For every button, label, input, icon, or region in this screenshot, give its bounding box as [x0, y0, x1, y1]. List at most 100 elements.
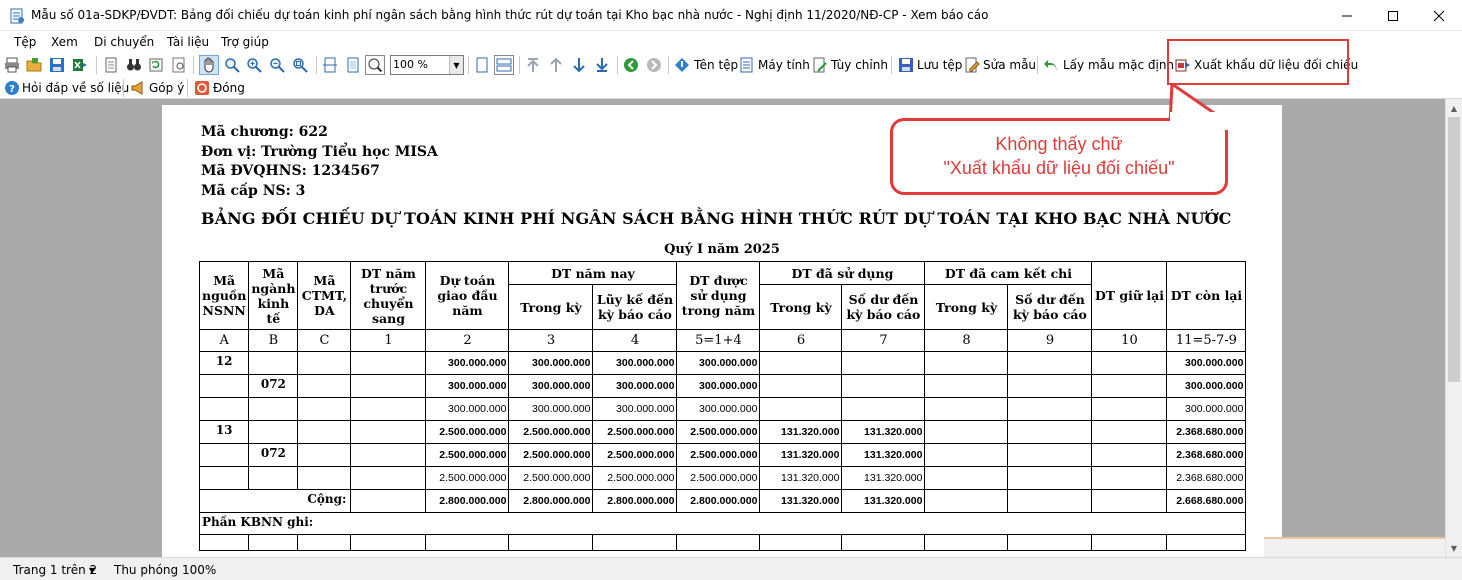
find-binoculars-icon[interactable]: [126, 57, 142, 73]
value-cell: [841, 374, 926, 398]
customize-button[interactable]: Tùy chỉnh: [831, 58, 888, 72]
whole-page-icon[interactable]: [345, 57, 361, 73]
multi-page-icon[interactable]: [494, 55, 514, 75]
callout-line-2: "Xuất khẩu dữ liệu đối chiếu": [943, 158, 1175, 178]
computer-icon[interactable]: [739, 57, 755, 73]
first-page-icon[interactable]: [525, 57, 541, 73]
value-cell: [350, 466, 427, 490]
col-header-period-1: Trong kỳ: [508, 284, 594, 330]
col-header-used-estimate: DT đã sử dụng: [759, 261, 926, 285]
hand-tool-icon[interactable]: [199, 55, 219, 75]
value-cell: 300.000.000: [592, 351, 678, 375]
menu-file[interactable]: Tệp: [14, 35, 36, 49]
close-window-button[interactable]: [1416, 0, 1462, 31]
page-width-icon[interactable]: [322, 57, 338, 73]
edit-template-icon[interactable]: [964, 57, 980, 73]
edit-template-button[interactable]: Sửa mẫu: [983, 58, 1036, 72]
blank-cell: [425, 534, 510, 551]
forward-icon[interactable]: [646, 57, 662, 73]
sector-code-cell: 072: [248, 443, 299, 467]
help-question-icon[interactable]: ?: [4, 80, 20, 96]
scroll-down-icon[interactable]: ▼: [1446, 540, 1462, 556]
open-folder-icon[interactable]: [26, 57, 42, 73]
megaphone-icon[interactable]: [130, 80, 146, 96]
computer-button[interactable]: Máy tính: [758, 58, 810, 72]
index-cell: 7: [841, 329, 926, 352]
feedback-button[interactable]: Góp ý: [149, 81, 184, 95]
value-cell: [924, 374, 1009, 398]
menu-view[interactable]: Xem: [51, 35, 78, 49]
report-period: Quý I năm 2025: [664, 242, 780, 257]
preview-icon[interactable]: [171, 57, 187, 73]
reconciliation-table: Mã nguồn NSNN Mã ngành kinh tế Mã CTMT, …: [198, 261, 1247, 551]
save-file-icon[interactable]: [898, 57, 914, 73]
undo-icon[interactable]: [1043, 57, 1059, 73]
zoom-icon[interactable]: [224, 57, 240, 73]
value-cell: 2.500.000.000: [425, 443, 510, 467]
previous-page-icon[interactable]: [548, 57, 564, 73]
ask-about-data-button[interactable]: Hỏi đáp về số liệu: [22, 81, 129, 95]
minimize-button[interactable]: [1324, 0, 1370, 31]
save-file-button[interactable]: Lưu tệp: [917, 58, 962, 72]
index-cell: 10: [1091, 329, 1168, 352]
next-page-icon[interactable]: [571, 57, 587, 73]
file-name-icon[interactable]: [674, 57, 690, 73]
menu-help[interactable]: Trợ giúp: [221, 35, 269, 49]
customize-icon[interactable]: [812, 57, 828, 73]
value-cell: [1007, 466, 1093, 490]
col-header-current-year: DT năm nay: [508, 261, 678, 285]
program-code-cell: [297, 443, 352, 467]
scrollbar-thumb[interactable]: [1448, 117, 1460, 382]
report-viewer[interactable]: Mã chương: 622 Đơn vị: Trường Tiểu học M…: [0, 99, 1445, 557]
value-cell: 2.368.680.000: [1166, 466, 1247, 490]
value-cell: [1007, 351, 1093, 375]
value-cell: [841, 397, 926, 421]
actual-size-icon[interactable]: [365, 55, 385, 75]
page-indicator[interactable]: Trang 1 trên 2: [13, 563, 97, 577]
table-row: [198, 534, 1247, 551]
chevron-down-icon[interactable]: ▼: [89, 566, 95, 575]
last-page-icon[interactable]: [594, 57, 610, 73]
export-excel-icon[interactable]: [72, 57, 88, 73]
blank-cell: [1007, 534, 1093, 551]
blank-cell: [297, 534, 352, 551]
vertical-scrollbar[interactable]: ▲ ▼: [1445, 99, 1462, 557]
zoom-level-select[interactable]: 100 % ▼: [390, 55, 464, 75]
unit-name: Đơn vị: Trường Tiểu học MISA: [201, 144, 438, 160]
value-cell: 2.500.000.000: [508, 443, 594, 467]
default-template-button[interactable]: Lấy mẫu mặc định: [1063, 58, 1174, 72]
index-cell: C: [297, 329, 352, 352]
file-name-button[interactable]: Tên tệp: [694, 58, 738, 72]
scroll-up-icon[interactable]: ▲: [1446, 100, 1462, 116]
value-cell: 131.320.000: [841, 466, 926, 490]
menu-document[interactable]: Tài liệu: [167, 35, 209, 49]
toolbar-separator: [193, 56, 194, 74]
close-report-button[interactable]: Đóng: [213, 81, 245, 95]
toolbar-separator: [1037, 56, 1038, 74]
save-icon[interactable]: [49, 57, 65, 73]
value-cell: 2.368.680.000: [1166, 420, 1247, 444]
menu-navigate[interactable]: Di chuyển: [94, 35, 154, 49]
value-cell: [924, 351, 1009, 375]
sector-code-cell: [248, 397, 299, 421]
horizontal-scrollbar[interactable]: [1264, 537, 1445, 557]
maximize-button[interactable]: [1370, 0, 1416, 31]
single-page-icon[interactable]: [474, 57, 490, 73]
kbnn-note-row: Phần KBNN ghi:: [198, 512, 1247, 535]
value-cell: [759, 374, 843, 398]
total-value-cell: [924, 489, 1009, 513]
index-cell: 4: [592, 329, 678, 352]
toolbar-separator: [123, 79, 124, 97]
page-setup-icon[interactable]: [103, 57, 119, 73]
refresh-icon[interactable]: [148, 57, 164, 73]
back-icon[interactable]: [623, 57, 639, 73]
zoom-fit-icon[interactable]: [292, 57, 308, 73]
print-icon[interactable]: [4, 57, 20, 73]
value-cell: 300.000.000: [676, 374, 761, 398]
zoom-in-icon[interactable]: [246, 57, 262, 73]
close-icon[interactable]: [194, 80, 210, 96]
report-app-icon: [9, 8, 25, 24]
zoom-out-icon[interactable]: [269, 57, 285, 73]
value-cell: 131.320.000: [759, 466, 843, 490]
chevron-down-icon[interactable]: ▼: [449, 56, 463, 74]
